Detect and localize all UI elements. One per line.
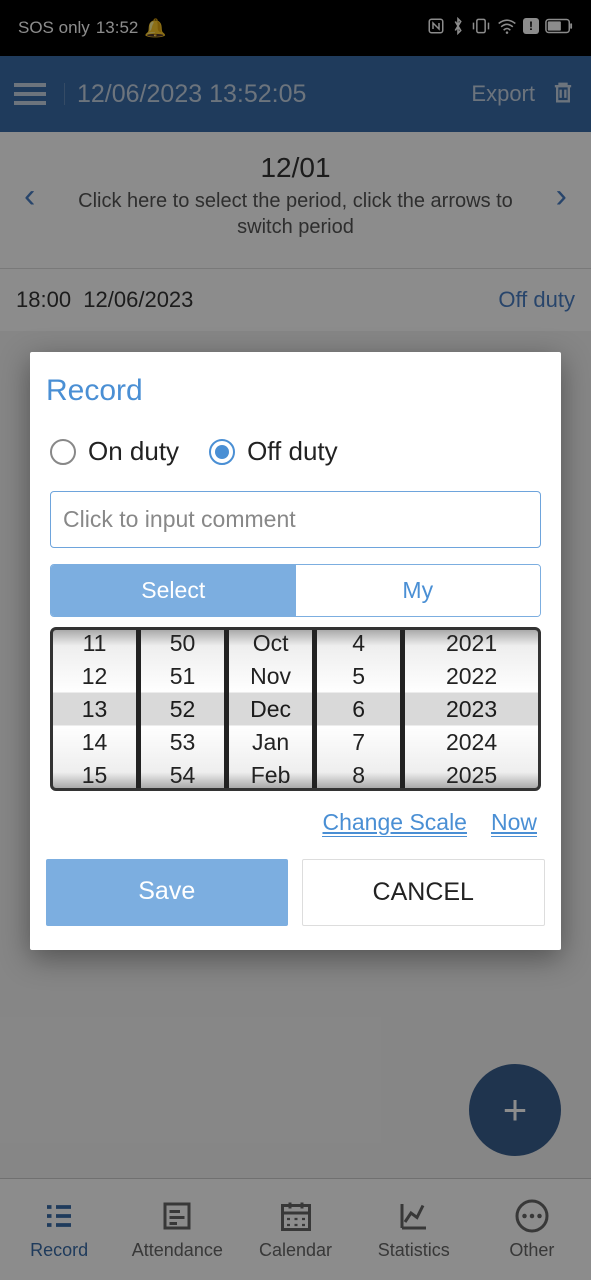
off-duty-radio[interactable]: Off duty xyxy=(209,436,338,467)
month-wheel[interactable]: Oct Nov Dec Jan Feb xyxy=(229,630,317,788)
on-duty-radio[interactable]: On duty xyxy=(50,436,179,467)
save-button[interactable]: Save xyxy=(46,859,288,926)
dialog-buttons: Save CANCEL xyxy=(30,859,561,926)
radio-icon xyxy=(50,439,76,465)
select-my-toggle: Select My xyxy=(50,564,541,617)
picker-links: Change Scale Now xyxy=(30,791,561,859)
minute-wheel[interactable]: 50 51 52 53 54 xyxy=(141,630,229,788)
my-tab[interactable]: My xyxy=(296,565,541,616)
comment-input[interactable]: Click to input comment xyxy=(50,491,541,548)
dialog-title: Record xyxy=(30,374,561,436)
duty-radio-group: On duty Off duty xyxy=(30,436,561,491)
day-wheel[interactable]: 4 5 6 7 8 xyxy=(317,630,405,788)
datetime-picker[interactable]: 11 12 13 14 15 50 51 52 53 54 Oct Nov De… xyxy=(50,627,541,791)
now-link[interactable]: Now xyxy=(491,809,537,837)
record-dialog: Record On duty Off duty Click to input c… xyxy=(30,352,561,950)
change-scale-link[interactable]: Change Scale xyxy=(322,809,467,837)
select-tab[interactable]: Select xyxy=(51,565,296,616)
hour-wheel[interactable]: 11 12 13 14 15 xyxy=(53,630,141,788)
radio-icon xyxy=(209,439,235,465)
year-wheel[interactable]: 2021 2022 2023 2024 2025 xyxy=(405,630,538,788)
cancel-button[interactable]: CANCEL xyxy=(302,859,546,926)
